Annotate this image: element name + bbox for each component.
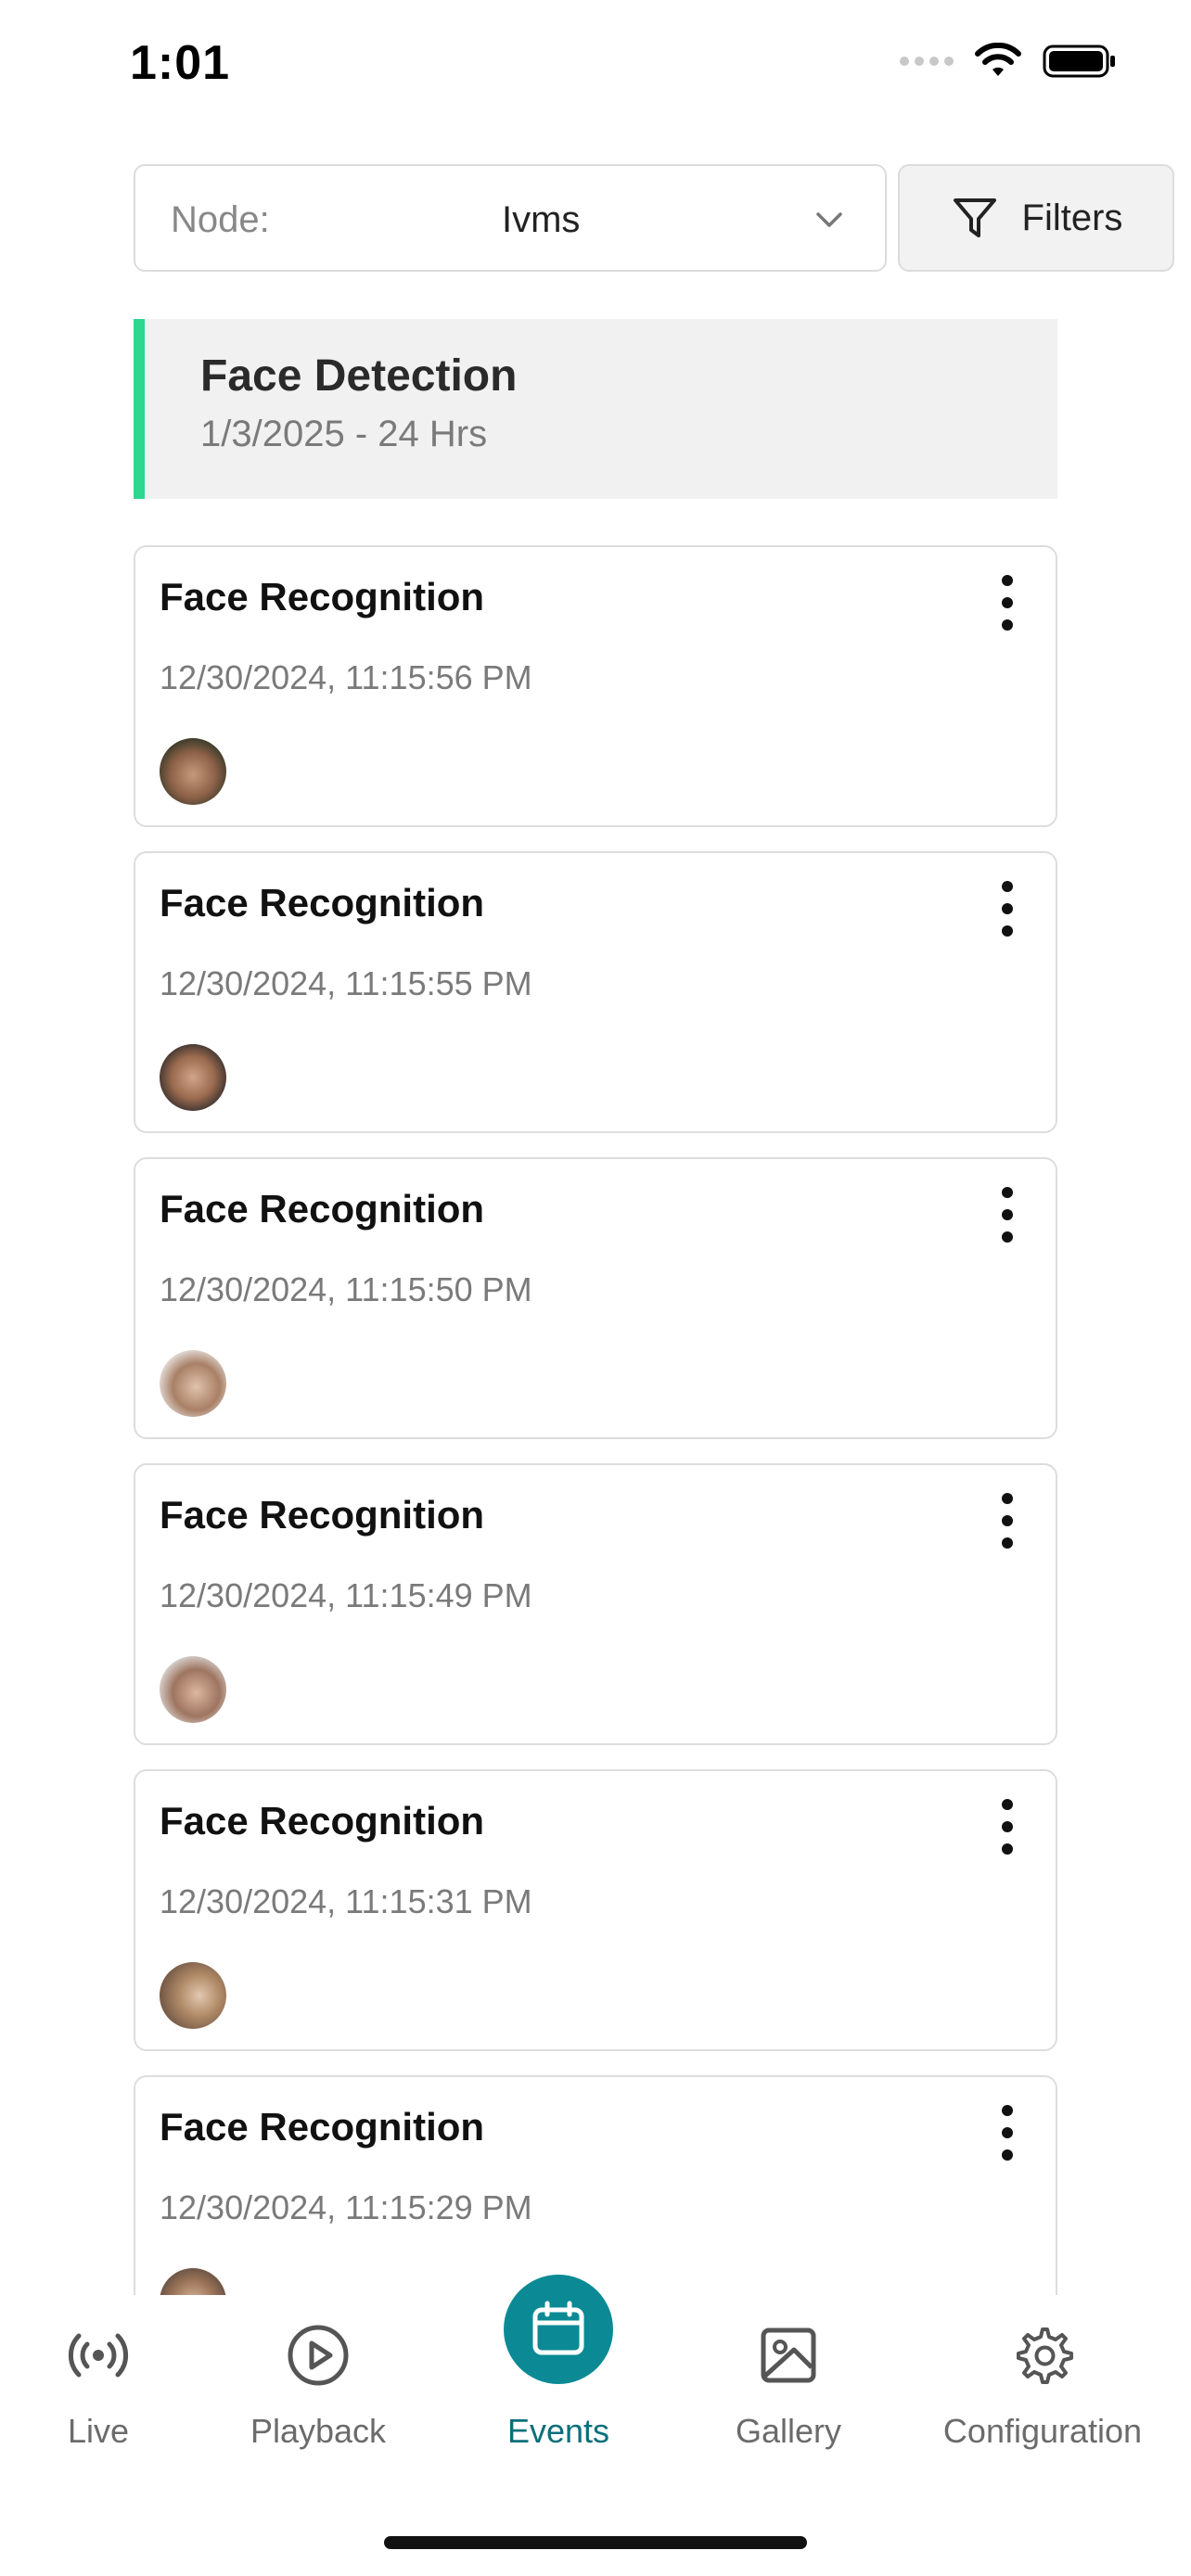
nav-label-live: Live — [67, 2412, 130, 2450]
nav-label-events: Events — [506, 2412, 610, 2450]
face-thumbnail[interactable] — [160, 1962, 226, 2029]
event-time: 12/30/2024, 11:15:31 PM — [160, 1882, 532, 1920]
event-card[interactable]: Face Recognition 12/30/2024, 11:15:56 PM — [134, 545, 1057, 827]
more-options-icon[interactable] — [998, 575, 1017, 631]
event-title: Face Recognition — [160, 575, 485, 618]
event-card[interactable]: Face Recognition 12/30/2024, 11:15:29 PM — [134, 2075, 1057, 2295]
filters-label: Filters — [1021, 197, 1123, 238]
nav-label-playback: Playback — [250, 2412, 387, 2450]
more-options-icon[interactable] — [998, 1493, 1017, 1549]
bottom-nav: Live Playback Events Gallery Configurati… — [0, 2275, 1191, 2576]
face-thumbnail[interactable] — [160, 1656, 226, 1723]
event-title: Face Recognition — [160, 1799, 485, 1843]
event-card[interactable]: Face Recognition 12/30/2024, 11:15:31 PM — [134, 1769, 1057, 2051]
nav-label-gallery: Gallery — [735, 2412, 842, 2450]
home-indicator[interactable] — [384, 2536, 807, 2549]
event-title: Face Recognition — [160, 1187, 485, 1231]
more-options-icon[interactable] — [998, 881, 1017, 937]
filter-icon — [953, 198, 996, 237]
event-time: 12/30/2024, 11:15:56 PM — [160, 658, 532, 696]
detection-banner: Face Detection 1/3/2025 - 24 Hrs — [134, 319, 1057, 499]
event-card[interactable]: Face Recognition 12/30/2024, 11:15:55 PM — [134, 851, 1057, 1133]
event-time: 12/30/2024, 11:15:29 PM — [160, 2188, 532, 2226]
event-time: 12/30/2024, 11:15:49 PM — [160, 1576, 532, 1614]
filters-button[interactable]: Filters — [898, 164, 1174, 272]
image-icon — [751, 2318, 826, 2392]
calendar-icon — [504, 2275, 613, 2384]
face-thumbnail[interactable] — [160, 2268, 226, 2295]
event-card[interactable]: Face Recognition 12/30/2024, 11:15:50 PM — [134, 1157, 1057, 1439]
play-circle-icon — [281, 2318, 355, 2392]
nav-label-configuration: Configuration — [942, 2412, 1143, 2450]
event-list[interactable]: Node: Ivms Filters Face Detection 1/3/20… — [0, 0, 1191, 2295]
more-options-icon[interactable] — [998, 1799, 1017, 1855]
broadcast-icon — [61, 2318, 135, 2392]
more-options-icon[interactable] — [998, 2105, 1017, 2161]
node-select[interactable]: Node: Ivms — [134, 164, 887, 272]
event-title: Face Recognition — [160, 881, 485, 925]
event-title: Face Recognition — [160, 1493, 485, 1537]
detection-subtitle: 1/3/2025 - 24 Hrs — [200, 414, 488, 454]
event-time: 12/30/2024, 11:15:55 PM — [160, 964, 532, 1002]
gear-icon — [1005, 2318, 1080, 2392]
chevron-down-icon — [816, 212, 842, 227]
face-thumbnail[interactable] — [160, 738, 226, 805]
more-options-icon[interactable] — [998, 1187, 1017, 1243]
face-thumbnail[interactable] — [160, 1044, 226, 1111]
event-title: Face Recognition — [160, 2105, 485, 2149]
node-label: Node: — [171, 199, 270, 240]
face-thumbnail[interactable] — [160, 1350, 226, 1417]
event-time: 12/30/2024, 11:15:50 PM — [160, 1270, 532, 1308]
event-card[interactable]: Face Recognition 12/30/2024, 11:15:49 PM — [134, 1463, 1057, 1745]
detection-title: Face Detection — [200, 351, 518, 401]
node-value: Ivms — [502, 199, 581, 240]
